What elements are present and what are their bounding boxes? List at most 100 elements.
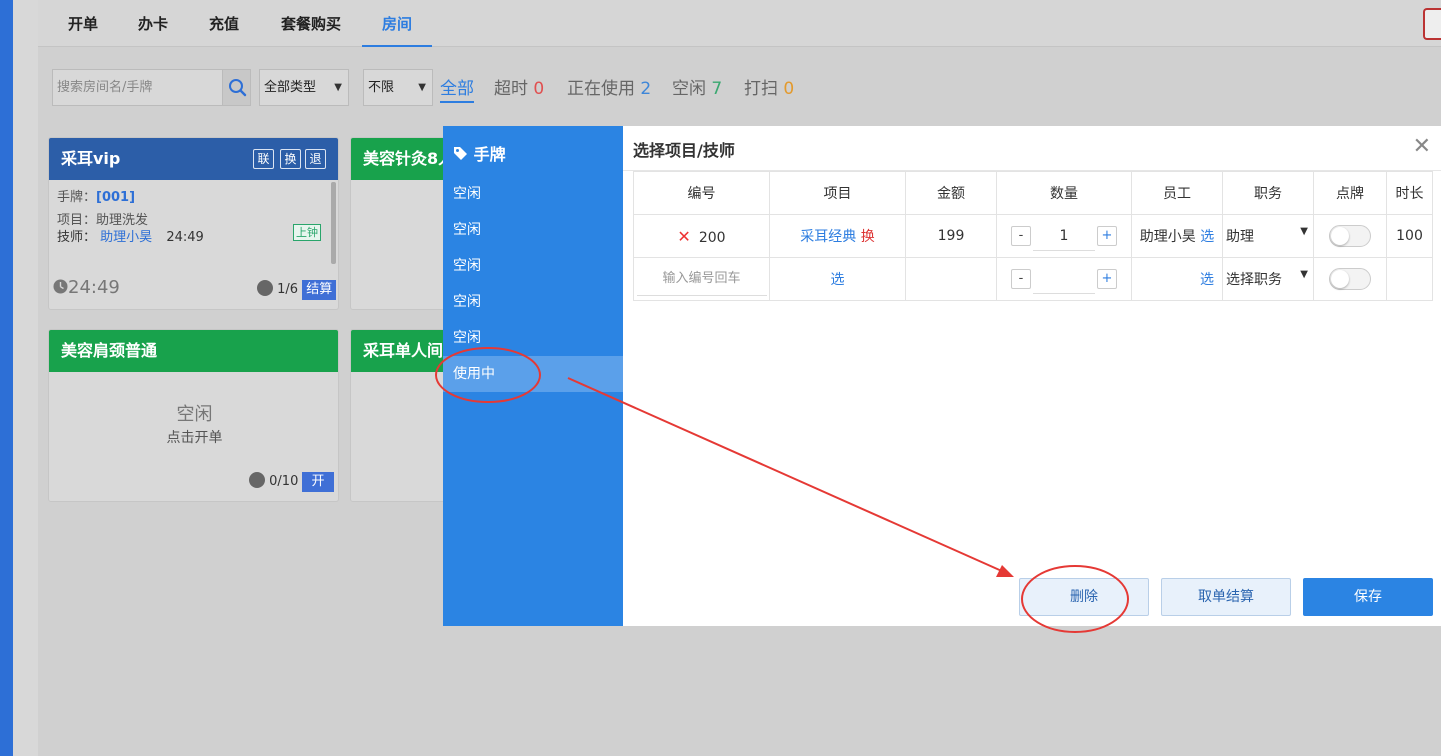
limit-select[interactable]: 不限 ▼ <box>363 69 433 106</box>
pick-staff-link[interactable]: 选 <box>1200 272 1214 288</box>
in-use-label: 正在使用 <box>567 79 635 99</box>
tag-item[interactable]: 空闲 <box>443 212 623 248</box>
select-project-dialog: 选择项目/技师 ✕ 编号 项目 金额 数量 员工 职务 点牌 时长 ✕ 200 采… <box>623 126 1441 626</box>
search-button[interactable] <box>222 70 250 105</box>
qty-value[interactable] <box>1033 264 1095 294</box>
filter-all[interactable]: 全部 <box>440 74 474 103</box>
swap-project-link[interactable]: 换 <box>861 229 875 245</box>
point-toggle[interactable] <box>1329 268 1371 290</box>
clock-icon <box>53 279 68 294</box>
table-row: ✕ 200 采耳经典 换 199 - 1 + 助理小昊 选 助理 ▼ 100 <box>633 214 1433 258</box>
open-button[interactable]: 开 <box>302 472 334 492</box>
chevron-down-icon: ▼ <box>334 82 342 93</box>
code-cell <box>633 257 770 301</box>
col-staff: 员工 <box>1131 171 1223 215</box>
filter-cleaning[interactable]: 打扫 0 <box>744 74 794 99</box>
pick-staff-link[interactable]: 选 <box>1200 229 1214 245</box>
change-room-button[interactable]: 换 <box>280 149 301 169</box>
link-room-button[interactable]: 联 <box>253 149 274 169</box>
amount-cell: 199 <box>905 214 997 258</box>
tag-item[interactable]: 空闲 <box>443 284 623 320</box>
elapsed-value: 24:49 <box>68 277 120 298</box>
col-qty: 数量 <box>996 171 1132 215</box>
person-icon <box>257 280 273 296</box>
room-type-select[interactable]: 全部类型 ▼ <box>259 69 349 106</box>
col-amount: 金额 <box>905 171 997 215</box>
room-card-header: 美容肩颈普通 <box>49 330 338 372</box>
card-scrollbar[interactable] <box>331 182 336 264</box>
chevron-down-icon: ▼ <box>1300 269 1308 280</box>
staff-cell: 选 <box>1131 257 1223 301</box>
in-use-count: 2 <box>640 79 652 99</box>
tab-card[interactable]: 办卡 <box>126 0 180 47</box>
remove-row-icon[interactable]: ✕ <box>677 227 690 246</box>
tag-sidebar-title: 手牌 <box>453 141 506 165</box>
room-type-value: 全部类型 <box>264 80 317 95</box>
tag-item[interactable]: 空闲 <box>443 176 623 212</box>
col-project: 项目 <box>769 171 906 215</box>
limit-value: 不限 <box>368 80 395 95</box>
point-toggle[interactable] <box>1329 225 1371 247</box>
qty-cell: - + <box>996 257 1132 301</box>
close-icon[interactable]: ✕ <box>1413 136 1431 158</box>
idle-count: 7 <box>711 79 723 99</box>
role-cell: 选择职务 ▼ <box>1222 257 1314 301</box>
col-point: 点牌 <box>1313 171 1387 215</box>
idle-label: 空闲 <box>672 79 706 99</box>
status-badge: 上钟 <box>293 224 321 241</box>
return-room-button[interactable]: 退 <box>305 149 326 169</box>
filter-in-use[interactable]: 正在使用 2 <box>567 74 651 99</box>
pick-project-link[interactable]: 选 <box>831 272 845 288</box>
tag-row: 手牌：[001] <box>57 186 135 205</box>
tab-open-order[interactable]: 开单 <box>56 0 110 47</box>
project-name[interactable]: 采耳经典 <box>800 229 856 245</box>
qty-plus-button[interactable]: + <box>1097 269 1117 289</box>
qty-plus-button[interactable]: + <box>1097 226 1117 246</box>
amount-cell <box>905 257 997 301</box>
staff-cell: 助理小昊 选 <box>1131 214 1223 258</box>
room-card[interactable]: 美容肩颈普通 空闲 点击开单 0/10 开 <box>48 329 339 502</box>
tab-rooms[interactable]: 房间 <box>362 0 432 47</box>
search-input[interactable] <box>53 70 223 105</box>
filter-idle[interactable]: 空闲 7 <box>672 74 722 99</box>
search-icon <box>229 79 247 97</box>
role-value: 选择职务 <box>1226 272 1282 288</box>
left-sidebar-strip <box>0 0 13 756</box>
project-table: 编号 项目 金额 数量 员工 职务 点牌 时长 ✕ 200 采耳经典 换 199 … <box>633 171 1433 301</box>
quantity-stepper: - + <box>1011 264 1117 294</box>
point-cell <box>1313 257 1387 301</box>
tag-item-in-use[interactable]: 使用中 <box>443 356 623 392</box>
col-role: 职务 <box>1222 171 1314 215</box>
tag-label: 手牌： <box>57 190 97 205</box>
tab-package[interactable]: 套餐购买 <box>268 0 354 47</box>
role-select[interactable]: 选择职务 ▼ <box>1226 269 1310 289</box>
tag-item[interactable]: 空闲 <box>443 320 623 356</box>
duration-cell <box>1386 257 1433 301</box>
qty-value[interactable]: 1 <box>1033 221 1095 251</box>
room-card[interactable]: 采耳vip 联 换 退 手牌：[001] 项目：助理洗发 技师： 助理小昊 24… <box>48 137 339 310</box>
tech-name[interactable]: 助理小昊 <box>100 230 152 245</box>
col-duration: 时长 <box>1386 171 1433 215</box>
delete-button[interactable]: 删除 <box>1019 578 1149 616</box>
tag-item[interactable]: 空闲 <box>443 248 623 284</box>
top-navigation: 开单 办卡 充值 套餐购买 房间 <box>38 0 1441 47</box>
save-button[interactable]: 保存 <box>1303 578 1433 616</box>
qty-minus-button[interactable]: - <box>1011 269 1031 289</box>
filter-overtime[interactable]: 超时 0 <box>494 74 544 99</box>
duration-cell: 100 <box>1386 214 1433 258</box>
chevron-down-icon: ▼ <box>1300 226 1308 237</box>
tab-recharge[interactable]: 充值 <box>196 0 252 47</box>
checkout-button[interactable]: 结算 <box>302 280 337 300</box>
qty-cell: - 1 + <box>996 214 1132 258</box>
cleaning-label: 打扫 <box>744 79 778 99</box>
role-select[interactable]: 助理 ▼ <box>1226 226 1310 246</box>
project-cell: 选 <box>769 257 906 301</box>
code-input[interactable] <box>636 262 767 296</box>
occupancy-value: 0/10 <box>269 474 299 489</box>
room-name: 美容针灸8人 <box>363 149 455 168</box>
tag-value[interactable]: [001] <box>96 190 135 205</box>
room-name: 采耳vip <box>61 149 121 168</box>
take-order-checkout-button[interactable]: 取单结算 <box>1161 578 1291 616</box>
open-order-hint[interactable]: 点击开单 <box>49 427 338 447</box>
qty-minus-button[interactable]: - <box>1011 226 1031 246</box>
